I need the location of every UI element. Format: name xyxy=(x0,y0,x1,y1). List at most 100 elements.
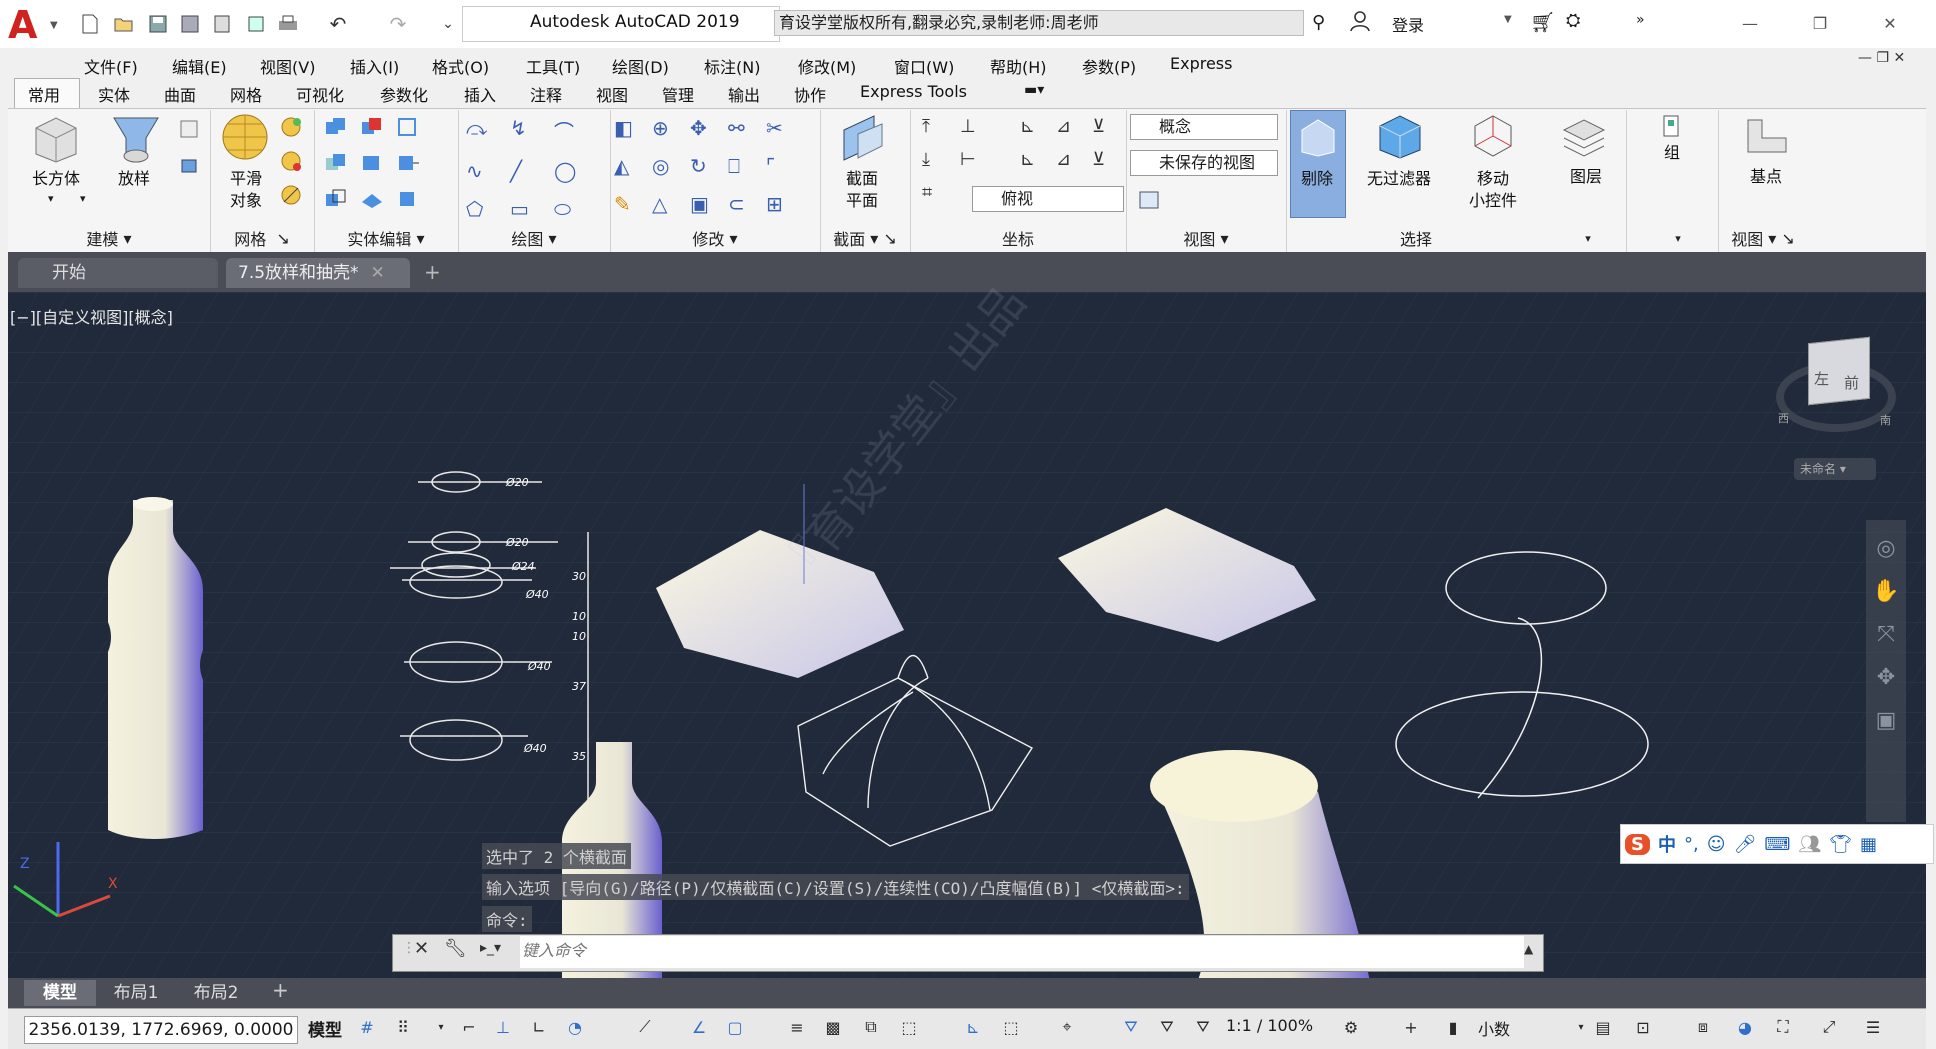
publish-icon[interactable] xyxy=(210,12,234,36)
intersect-icon[interactable] xyxy=(324,152,348,174)
shell-icon[interactable] xyxy=(360,188,384,210)
auto-scale-icon[interactable]: ⛛ xyxy=(1154,1014,1180,1040)
tab-layout1[interactable]: 布局1 xyxy=(104,980,168,1006)
gizmo-icon[interactable]: ⌖ xyxy=(1054,1014,1080,1040)
tab-collaborate[interactable]: 协作 xyxy=(794,82,826,106)
explode-icon[interactable]: ▣ xyxy=(690,192,728,216)
mesh-refine-icon[interactable] xyxy=(280,150,302,175)
stretch-icon[interactable]: ⎕ xyxy=(728,154,766,178)
command-history-toggle-icon[interactable]: ▲ xyxy=(1524,942,1533,956)
hardware-acceleration-icon[interactable]: ◕ xyxy=(1732,1014,1758,1040)
open-file-icon[interactable] xyxy=(112,12,136,36)
visual-style-dropdown[interactable]: 概念 xyxy=(1130,114,1278,140)
tab-view[interactable]: 视图 xyxy=(596,82,628,106)
loft-dropdown-icon[interactable]: ▾ xyxy=(80,192,86,205)
ucs-object-icon[interactable]: ⊿ xyxy=(1056,149,1092,170)
login-dropdown-icon[interactable]: ▼ xyxy=(1504,14,1512,25)
infer-constraints-icon[interactable]: ⌐ xyxy=(456,1014,482,1040)
object-snap-tracking-icon[interactable]: ∠ xyxy=(686,1014,712,1040)
compass-west[interactable]: 西 xyxy=(1778,410,1789,426)
new-file-icon[interactable] xyxy=(78,12,102,36)
fillet-icon[interactable]: ⌜ xyxy=(766,154,804,178)
viewcube-front-face[interactable]: 前 xyxy=(1844,372,1859,393)
orbit-icon[interactable]: ✥ xyxy=(1877,665,1895,690)
expand-more-icon[interactable]: » xyxy=(1636,12,1645,28)
union-icon[interactable] xyxy=(324,116,348,138)
toolbox-icon[interactable]: ▦ xyxy=(1860,834,1877,855)
polyline-icon[interactable]: ⤼ xyxy=(466,116,510,145)
mesh-sphere-icon[interactable] xyxy=(280,116,302,141)
tab-layout2[interactable]: 布局2 xyxy=(184,980,248,1006)
panel-title-section[interactable]: 截面 ▾ ↘ xyxy=(820,226,910,250)
menu-tools[interactable]: 工具(T) xyxy=(526,54,580,78)
culling-button[interactable]: 剔除 xyxy=(1292,168,1342,190)
units-icon[interactable]: ▮ xyxy=(1440,1014,1466,1040)
cart-icon[interactable]: 🛒︎ xyxy=(1530,10,1555,34)
section-plane-button[interactable]: 截面 平面 xyxy=(834,168,890,212)
extrude-small-icon[interactable] xyxy=(178,118,200,143)
panel-title-view-base[interactable]: 视图 ▾ ↘ xyxy=(1718,226,1808,250)
isodraft-icon[interactable]: ⟋ xyxy=(632,1014,658,1040)
new-tab-icon[interactable]: + xyxy=(424,260,441,284)
panel-title-draw[interactable]: 绘图 ▾ xyxy=(458,226,610,250)
transparency-icon[interactable]: ▩ xyxy=(820,1014,846,1040)
copy-icon[interactable]: ⚯ xyxy=(728,116,766,140)
rectangle-icon[interactable]: ▭ xyxy=(510,197,554,221)
menu-format[interactable]: 格式(O) xyxy=(432,54,489,78)
array-icon[interactable]: ⊞ xyxy=(766,192,804,216)
subtract-icon[interactable] xyxy=(360,116,384,138)
line-icon[interactable]: ╱ xyxy=(510,159,554,183)
units-value[interactable]: 小数 xyxy=(1478,1016,1510,1040)
ellipse-icon[interactable]: ⬭ xyxy=(554,197,598,221)
mesh-crease-icon[interactable] xyxy=(280,184,302,209)
panel-title-coordinates[interactable]: 坐标 xyxy=(910,226,1126,250)
command-prompt-icon[interactable]: ▸_▾ xyxy=(480,940,501,956)
tab-start[interactable]: 开始 xyxy=(18,258,218,288)
extract-edges-icon[interactable] xyxy=(360,152,384,174)
app-menu-dropdown-icon[interactable]: ▼ xyxy=(50,20,58,31)
showmotion-icon[interactable]: ▣ xyxy=(1876,708,1897,733)
extrude-faces-icon[interactable] xyxy=(396,152,420,174)
menu-modify[interactable]: 修改(M) xyxy=(798,54,856,78)
menu-window[interactable]: 窗口(W) xyxy=(894,54,954,78)
mirror-3d-icon[interactable]: ◧ xyxy=(614,116,652,140)
grid-icon[interactable]: # xyxy=(354,1014,380,1040)
menu-draw[interactable]: 绘图(D) xyxy=(612,54,669,78)
groups-dropdown-icon[interactable]: ▾ xyxy=(1650,226,1706,250)
annotation-scale-value[interactable]: 1:1 / 100% xyxy=(1226,1016,1313,1035)
panel-title-view[interactable]: 视图 ▾ xyxy=(1126,226,1286,250)
polygon-icon[interactable]: ⬠ xyxy=(466,197,510,221)
undo-icon[interactable]: ↶ xyxy=(326,12,350,36)
zoom-extents-icon[interactable]: ⤧ xyxy=(1877,622,1895,647)
binoculars-icon[interactable]: ⚲ xyxy=(1312,12,1325,33)
spline-icon[interactable]: ∿ xyxy=(466,159,510,183)
selection-filter-icon[interactable]: ⬚ xyxy=(998,1014,1024,1040)
viewport-controls-label[interactable]: [−][自定义视图][概念] xyxy=(10,304,173,328)
layers-dropdown-icon[interactable]: ▾ xyxy=(1560,226,1616,250)
tab-parametric[interactable]: 参数化 xyxy=(380,82,428,106)
login-link[interactable]: 登录 xyxy=(1392,12,1424,36)
ucs-x-icon[interactable]: ⊾ xyxy=(1020,116,1056,137)
presspull-icon[interactable] xyxy=(178,154,200,179)
customize-command-icon[interactable]: 🔧︎ xyxy=(444,938,467,959)
ucs-face-icon[interactable]: ⊾ xyxy=(1020,149,1056,170)
sogou-logo-icon[interactable]: S xyxy=(1625,833,1650,855)
menu-dimension[interactable]: 标注(N) xyxy=(704,54,760,78)
helix-icon[interactable]: ↯ xyxy=(510,116,554,145)
microphone-icon[interactable]: 🎤︎ xyxy=(1733,834,1756,855)
compass-south[interactable]: 南 xyxy=(1880,412,1891,428)
box-button[interactable]: 长方体 xyxy=(24,168,88,190)
loft-button[interactable]: 放样 xyxy=(106,168,162,190)
box-dropdown-icon[interactable]: ▾ xyxy=(48,192,54,205)
quick-properties-icon[interactable]: ▤ xyxy=(1590,1014,1616,1040)
user-ime-icon[interactable]: 👥︎ xyxy=(1798,834,1821,855)
clean-screen-icon[interactable]: ⤢ xyxy=(1816,1014,1842,1040)
ime-lang[interactable]: 中 xyxy=(1658,831,1676,857)
pan-icon[interactable]: ✋ xyxy=(1872,579,1899,604)
snap-icon[interactable]: ⠿ xyxy=(390,1014,416,1040)
selection-cycling-icon[interactable]: ⧉ xyxy=(858,1014,884,1040)
slice-icon[interactable] xyxy=(396,116,420,138)
autodesk-a360-icon[interactable]: ⛭ xyxy=(1566,10,1580,31)
skin-icon[interactable]: 👕︎ xyxy=(1829,834,1852,855)
emoji-icon[interactable]: ☺ xyxy=(1707,834,1726,855)
